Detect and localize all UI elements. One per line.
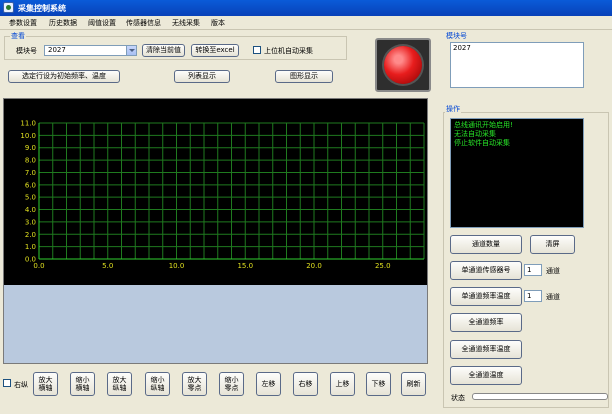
menu-item-sensor-info[interactable]: 传感器信息 — [126, 18, 161, 28]
ops-group-label: 操作 — [445, 104, 461, 114]
single-freq-temp-unit: 通道 — [546, 293, 560, 301]
module-list[interactable]: 2027 — [450, 42, 584, 88]
menu-item-threshold[interactable]: 阈值设置 — [88, 18, 116, 28]
y-tick-label: 9.0 — [25, 144, 36, 152]
status-bar — [472, 393, 608, 400]
y-tick-label: 1.0 — [25, 243, 36, 251]
module-select-value: 2027 — [48, 46, 66, 54]
set-initial-button[interactable]: 选定行设为初始频率、温度 — [8, 70, 120, 83]
move-up-button[interactable]: 上移 — [330, 372, 355, 396]
zoom-in-origin-button[interactable]: 放大 零点 — [182, 372, 207, 396]
single-sensor-input[interactable]: 1 — [524, 264, 542, 276]
move-down-button[interactable]: 下移 — [366, 372, 391, 396]
move-right-button[interactable]: 右移 — [293, 372, 318, 396]
x-tick-label: 0.0 — [33, 262, 44, 270]
y-tick-label: 3.0 — [25, 218, 36, 226]
auto-collect-checkbox[interactable] — [253, 46, 261, 54]
zoom-out-origin-button[interactable]: 缩小 零点 — [219, 372, 244, 396]
y-tick-label: 6.0 — [25, 181, 36, 189]
log-line: 无法自动采集 — [454, 130, 496, 138]
single-sensor-button[interactable]: 单通道传感器号 — [450, 261, 522, 280]
chevron-down-icon[interactable] — [126, 46, 136, 55]
right-axis-label: 右纵 — [14, 381, 28, 389]
channel-count-button[interactable]: 通道数量 — [450, 235, 522, 254]
move-left-button[interactable]: 左移 — [256, 372, 281, 396]
y-tick-label: 4.0 — [25, 206, 36, 214]
chart-background: 0.0 1.0 2.0 3.0 4.0 5.0 6.0 7.0 8.0 9.0 10.0 11.0 0.… — [4, 99, 427, 285]
x-tick-label: 10.0 — [169, 262, 185, 270]
single-freq-temp-button[interactable]: 单通道频率温度 — [450, 287, 522, 306]
all-freq-temp-button[interactable]: 全通道频率温度 — [450, 340, 522, 359]
module-group-label: 模块号 — [445, 31, 468, 41]
menu-item-wireless[interactable]: 无线采集 — [172, 18, 200, 28]
y-tick-label: 10.0 — [20, 132, 36, 140]
list-view-button[interactable]: 列表显示 — [174, 70, 230, 83]
module-list-item[interactable]: 2027 — [453, 43, 583, 53]
zoom-out-y-button[interactable]: 缩小 纵轴 — [145, 372, 170, 396]
single-sensor-unit: 通道 — [546, 267, 560, 275]
x-tick-label: 5.0 — [102, 262, 113, 270]
menu-item-history[interactable]: 历史数据 — [49, 18, 77, 28]
clear-screen-button[interactable]: 清屏 — [530, 235, 575, 254]
menu-bar: 参数设置 历史数据 阈值设置 传感器信息 无线采集 版本 — [0, 16, 612, 30]
y-tick-label: 8.0 — [25, 157, 36, 165]
auto-collect-label: 上位机自动采集 — [264, 47, 313, 55]
x-tick-label: 15.0 — [237, 262, 253, 270]
chart: 0.01.02.03.04.05.06.07.08.09.010.011.00.… — [20, 120, 425, 270]
all-temp-button[interactable]: 全通道温度 — [450, 366, 522, 385]
right-axis-checkbox[interactable] — [3, 379, 11, 387]
view-group-label: 查看 — [10, 31, 26, 41]
log-line: 停止软件自动采集 — [454, 139, 510, 147]
y-tick-label: 11.0 — [20, 120, 36, 128]
menu-item-params[interactable]: 参数设置 — [9, 18, 37, 28]
menu-item-version[interactable]: 版本 — [211, 18, 225, 28]
log-line: 总线通讯开始启用! — [454, 121, 513, 129]
y-tick-label: 2.0 — [25, 231, 36, 239]
alarm-light-icon — [375, 38, 431, 92]
zoom-in-y-button[interactable]: 放大 纵轴 — [107, 372, 132, 396]
module-select[interactable]: 2027 — [44, 45, 137, 56]
clear-value-button[interactable]: 清除当前值 — [142, 44, 185, 57]
app-icon — [3, 2, 14, 13]
status-label: 状态 — [451, 394, 465, 402]
zoom-in-x-button[interactable]: 放大 横轴 — [33, 372, 58, 396]
chart-panel: 0.0 1.0 2.0 3.0 4.0 5.0 6.0 7.0 8.0 9.0 10.0 11.0 0.… — [3, 98, 428, 364]
window-title: 采集控制系统 — [18, 4, 66, 13]
x-tick-label: 20.0 — [306, 262, 322, 270]
refresh-button[interactable]: 刷新 — [401, 372, 426, 396]
graph-view-button[interactable]: 图形显示 — [275, 70, 333, 83]
title-bar: 采集控制系统 — [0, 0, 612, 16]
log-panel: 总线通讯开始启用! 无法自动采集 停止软件自动采集 — [450, 118, 584, 228]
single-freq-temp-input[interactable]: 1 — [524, 290, 542, 302]
export-excel-button[interactable]: 转换至excel — [191, 44, 239, 57]
all-freq-button[interactable]: 全通道频率 — [450, 313, 522, 332]
x-tick-label: 25.0 — [375, 262, 391, 270]
module-label: 模块号 — [16, 47, 37, 55]
y-tick-label: 5.0 — [25, 194, 36, 202]
y-tick-label: 7.0 — [25, 169, 36, 177]
zoom-out-x-button[interactable]: 缩小 横轴 — [70, 372, 95, 396]
